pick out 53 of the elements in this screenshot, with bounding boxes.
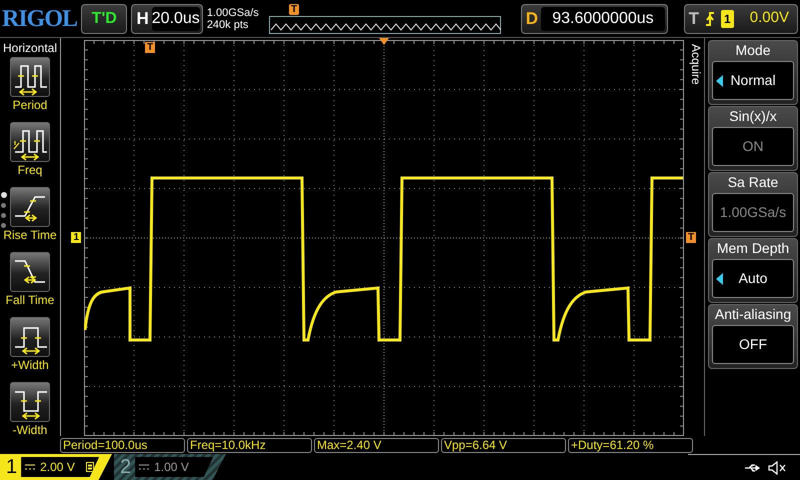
menu-value: Normal [730,71,776,90]
menu-label: +Width [11,357,49,373]
measure-button[interactable] [10,317,50,357]
measurement-readout: Max=2.40 V [314,438,439,452]
measure-button[interactable] [10,122,50,162]
menu-value: Auto [738,269,768,288]
trigger-button[interactable]: T 1 0.00V [684,4,798,34]
usb-icon [744,462,762,472]
measure-button[interactable] [10,252,50,292]
delay-button[interactable]: D 93.6000000us [520,4,668,34]
menu-option[interactable]: Mode Normal [708,40,798,105]
menu-value: ON [742,137,764,156]
menu-label: Period [12,97,48,113]
menu-label: Rise Time [3,227,57,243]
measure-button[interactable] [10,57,50,97]
measurement-readout: Period=100.0us [60,438,185,452]
measurement-readout: Vpp=6.64 V [441,438,566,452]
dc-coupling-icon [25,464,36,470]
run-status-button[interactable]: T'D [81,4,128,34]
mute-icon [768,460,786,474]
timebase-button[interactable]: H 20.0us [131,4,203,34]
measurement-readout: Freq=10.0kHz [187,438,312,452]
page-dot[interactable] [1,223,6,228]
triangle-arrow-icon [716,272,723,284]
channel-button[interactable]: 1 2.00 V [0,454,112,480]
rising-edge-icon [705,10,716,26]
menu-title: Acquire [688,44,704,85]
menu-title: Horizontal [2,40,58,57]
page-dot[interactable] [1,213,6,218]
measurement-readout: +Duty=61.20 % [568,438,693,452]
memory-depth-text: 240k pts [206,18,250,30]
brand-logo: RIGOL [2,4,78,34]
trigger-level-marker: T [686,232,696,243]
menu-label: -Width [12,422,48,438]
menu-label: Freq [18,162,42,178]
menu-value: 1.00GSa/s [720,203,786,222]
page-dot[interactable] [1,192,7,198]
channel-button[interactable]: 2 1.00 V [114,454,226,480]
trigger-position-marker: T [288,4,300,14]
measure-button[interactable] [10,382,50,422]
sample-rate-text: 1.00GSa/s [206,6,260,18]
channel-status-icon [86,462,94,472]
menu-label: Fall Time [6,292,54,308]
triangle-arrow-icon [716,74,723,86]
menu-option[interactable]: Anti-aliasing OFF [708,304,798,369]
measure-button[interactable] [10,187,50,227]
menu-option[interactable]: Mem Depth Auto [708,238,798,303]
page-dot[interactable] [1,203,6,208]
dc-coupling-icon [139,464,150,470]
trigger-position-marker: T [145,42,156,53]
center-marker-icon [379,38,389,45]
channel-marker: 1 [71,232,81,243]
menu-value: OFF [739,335,767,354]
